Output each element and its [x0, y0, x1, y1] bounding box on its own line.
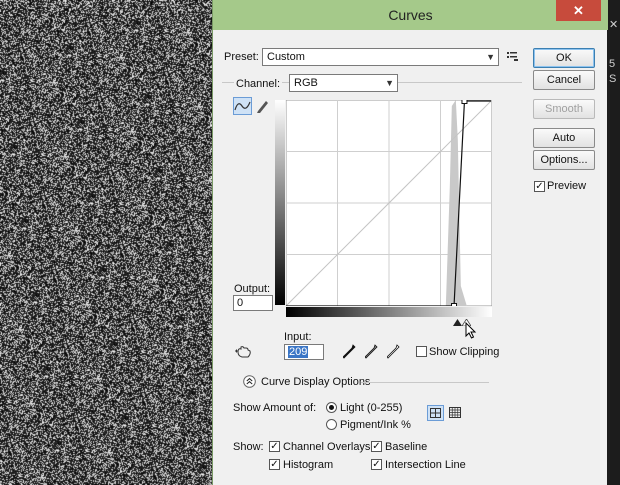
channel-select[interactable]: RGB ▼ [289, 74, 398, 92]
curve-display-options-label[interactable]: Curve Display Options [261, 376, 370, 388]
pigment-radio[interactable] [326, 419, 337, 430]
simple-grid-icon [430, 408, 441, 418]
input-gradient-bar [286, 307, 492, 317]
preview-label: Preview [547, 180, 587, 192]
black-point-slider-icon[interactable] [453, 319, 462, 326]
output-value: 0 [237, 297, 244, 309]
title-bar[interactable]: Curves ✕ [213, 0, 608, 30]
mouse-cursor-icon [465, 322, 477, 339]
input-field[interactable]: 209 [284, 344, 324, 360]
input-value: 209 [288, 346, 309, 358]
preview-checkbox[interactable]: ✓ [534, 181, 545, 192]
chevron-up-circle-icon[interactable] [243, 375, 256, 388]
curve-graph[interactable] [286, 100, 492, 306]
show-amount-label: Show Amount of: [233, 402, 317, 414]
target-hand-icon[interactable] [235, 345, 253, 359]
smooth-button[interactable]: Smooth [533, 99, 595, 119]
intersection-line-checkbox[interactable]: ✓ [371, 459, 382, 470]
output-field[interactable]: 0 [233, 295, 273, 311]
strip-glyph: ✕ [609, 19, 619, 31]
auto-button[interactable]: Auto [533, 128, 595, 148]
show-label: Show: [233, 441, 264, 453]
strip-glyph: 5 [609, 58, 616, 70]
channel-value: RGB [294, 77, 318, 89]
preset-menu-icon[interactable] [507, 51, 519, 62]
output-label: Output: [234, 283, 271, 295]
input-label: Input: [284, 331, 312, 343]
options-button[interactable]: Options... [533, 150, 595, 170]
baseline-checkbox[interactable]: ✓ [371, 441, 382, 452]
channel-overlays-label: Channel Overlays [283, 441, 371, 453]
dialog-title: Curves [388, 7, 433, 23]
noise-image-background [0, 0, 212, 485]
curve-tool-icon [234, 101, 251, 111]
light-radio[interactable] [326, 402, 337, 413]
gray-eyedropper-icon[interactable] [365, 344, 378, 359]
black-eyedropper-icon[interactable] [343, 344, 356, 359]
curve-control-point [461, 100, 468, 104]
curves-dialog: Curves ✕ Preset: Custom ▼ Channel: RGB ▼… [212, 0, 608, 485]
curve-tool-button[interactable] [233, 97, 252, 115]
output-gradient-bar [275, 100, 285, 305]
strip-glyph: S [609, 73, 617, 85]
detailed-grid-icon[interactable] [448, 406, 463, 420]
light-label: Light (0-255) [340, 402, 403, 414]
show-clipping-checkbox[interactable] [416, 346, 427, 357]
options-divider [361, 382, 489, 383]
cancel-button[interactable]: Cancel [533, 70, 595, 90]
pigment-label: Pigment/Ink % [340, 419, 411, 431]
intersection-line-label: Intersection Line [385, 459, 466, 471]
baseline-label: Baseline [385, 441, 428, 453]
histogram-checkbox[interactable]: ✓ [269, 459, 280, 470]
show-clipping-label: Show Clipping [429, 346, 500, 358]
pencil-tool-icon[interactable] [255, 98, 269, 114]
chevron-down-icon: ▼ [385, 78, 394, 88]
close-button[interactable]: ✕ [556, 0, 601, 21]
curve-control-point [451, 303, 458, 306]
preset-label: Preset: [224, 51, 259, 63]
preset-value: Custom [267, 51, 305, 63]
close-icon: ✕ [573, 3, 584, 18]
simple-grid-button[interactable] [427, 405, 444, 421]
channel-label: Channel: [234, 78, 283, 90]
channel-overlays-checkbox[interactable]: ✓ [269, 441, 280, 452]
white-eyedropper-icon[interactable] [387, 344, 400, 359]
histogram-label: Histogram [283, 459, 334, 471]
right-panel-strip: ✕ 5 S [607, 0, 620, 485]
ok-button[interactable]: OK [533, 48, 595, 68]
preset-select[interactable]: Custom ▼ [262, 48, 499, 66]
chevron-down-icon: ▼ [486, 52, 495, 62]
